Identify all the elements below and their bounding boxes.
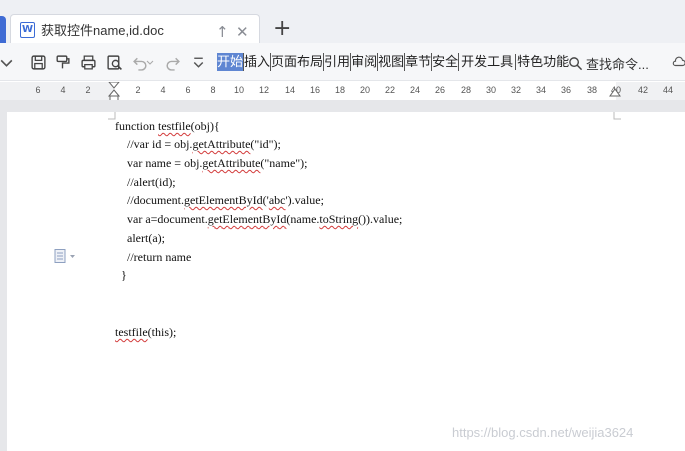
ruler-tick: 4: [160, 85, 166, 95]
horizontal-ruler[interactable]: 6 4 2 2 4 6 8 10 12 14 16 18 20 22 24 26…: [0, 82, 685, 102]
ruler-tick: 22: [384, 85, 396, 95]
ruler-tick: 38: [586, 85, 598, 95]
menu-sections[interactable]: 章节: [405, 53, 433, 71]
code-line-10[interactable]: testfile(this);: [115, 325, 176, 339]
spellcheck-word: getAttribute: [202, 156, 261, 170]
search-icon: [569, 57, 583, 71]
watermark-url: https://blog.csdn.net/weijia3624: [452, 425, 634, 440]
spellcheck-word: getElementById: [184, 193, 263, 207]
collapse-chevron-icon[interactable]: [0, 52, 16, 72]
ruler-tick: 2: [85, 85, 91, 95]
menu-view[interactable]: 视图: [378, 53, 406, 71]
toolbar: 开始 插入 页面布局 引用 审阅 视图 章节 安全 开发工具 特色功能 查找命令…: [0, 43, 685, 81]
code-line-8[interactable]: //return name: [127, 250, 191, 264]
code-line-6[interactable]: var a=document.getElementById(name.toStr…: [127, 212, 402, 226]
ruler-tick: 32: [510, 85, 522, 95]
menu-security[interactable]: 安全: [432, 53, 460, 71]
command-search[interactable]: 查找命令...: [568, 54, 649, 73]
code-line-4[interactable]: //alert(id);: [127, 175, 176, 189]
cloud-icon[interactable]: [672, 55, 685, 69]
print-icon[interactable]: [78, 52, 98, 72]
previous-tab-edge[interactable]: [0, 16, 6, 43]
menu-references[interactable]: 引用: [324, 53, 352, 71]
spellcheck-word: getAttribute: [192, 137, 251, 151]
ruler-tick: 2: [135, 85, 141, 95]
right-indent-marker-icon[interactable]: [609, 88, 621, 98]
ruler-tick: 24: [409, 85, 421, 95]
document-page[interactable]: [7, 112, 685, 451]
page-margin-left: [0, 112, 7, 451]
tab-pin-icon[interactable]: ↑: [216, 22, 229, 42]
ruler-tick: 20: [359, 85, 371, 95]
ruler-tick: 6: [185, 85, 191, 95]
ruler-tick: 30: [485, 85, 497, 95]
left-indent-marker-icon[interactable]: [108, 82, 120, 102]
ruler-shadow: [0, 100, 685, 112]
code-line-1[interactable]: function testfile(obj){: [115, 119, 220, 133]
menu-insert[interactable]: 插入: [244, 53, 272, 71]
command-search-label: 查找命令...: [586, 57, 649, 72]
code-line-2[interactable]: //var id = obj.getAttribute("id");: [127, 137, 281, 151]
ruler-tick: 14: [284, 85, 296, 95]
menu-developer-tools[interactable]: 开发工具: [459, 54, 517, 70]
ruler-tick: 34: [535, 85, 547, 95]
document-tab-title: 获取控件name,id.doc: [41, 23, 164, 38]
save-icon[interactable]: [28, 52, 48, 72]
ruler-tick: 42: [637, 85, 649, 95]
tab-close-icon[interactable]: ✕: [236, 22, 249, 42]
spellcheck-word: abc: [268, 193, 286, 207]
ruler-tick: 12: [258, 85, 270, 95]
ruler-tick: 16: [309, 85, 321, 95]
menu-review[interactable]: 审阅: [351, 53, 379, 71]
spellcheck-word: getElementById: [207, 212, 287, 226]
ruler-tick: 44: [662, 85, 674, 95]
ribbon-menu: 开始 插入 页面布局 引用 审阅 视图 章节 安全 开发工具 特色功能: [217, 53, 569, 71]
menu-special-features[interactable]: 特色功能: [517, 53, 569, 71]
ruler-tick: 10: [233, 85, 245, 95]
undo-dropdown-icon[interactable]: [144, 52, 156, 72]
paragraph-layout-icon[interactable]: [54, 249, 76, 263]
menu-home[interactable]: 开始: [217, 53, 245, 71]
tab-bar: W 获取控件name,id.doc ↑ ✕ +: [0, 0, 685, 44]
more-dropdown-icon[interactable]: [188, 52, 208, 72]
code-line-5[interactable]: //document.getElementById('abc').value;: [127, 193, 324, 207]
spellcheck-word: toString: [319, 212, 359, 226]
ruler-tick: 8: [210, 85, 216, 95]
word-document-icon: W: [20, 21, 35, 38]
ruler-tick: 26: [434, 85, 446, 95]
ruler-tick: 4: [60, 85, 66, 95]
redo-icon[interactable]: [162, 52, 182, 72]
margin-corner-mark-right: [613, 112, 621, 120]
print-preview-icon[interactable]: [104, 52, 124, 72]
ruler-tick: 36: [560, 85, 572, 95]
code-line-3[interactable]: var name = obj.getAttribute("name");: [127, 156, 308, 170]
spellcheck-word: testfile: [158, 119, 191, 133]
spellcheck-word: testfile: [115, 325, 148, 339]
ruler-tick: 18: [334, 85, 346, 95]
ruler-tick: 6: [35, 85, 41, 95]
ruler-tick: 28: [460, 85, 472, 95]
menu-page-layout[interactable]: 页面布局: [271, 53, 325, 71]
format-painter-icon[interactable]: [52, 52, 72, 72]
new-tab-button[interactable]: +: [273, 17, 291, 41]
code-line-9[interactable]: }: [121, 268, 127, 282]
code-line-7[interactable]: alert(a);: [127, 231, 165, 245]
